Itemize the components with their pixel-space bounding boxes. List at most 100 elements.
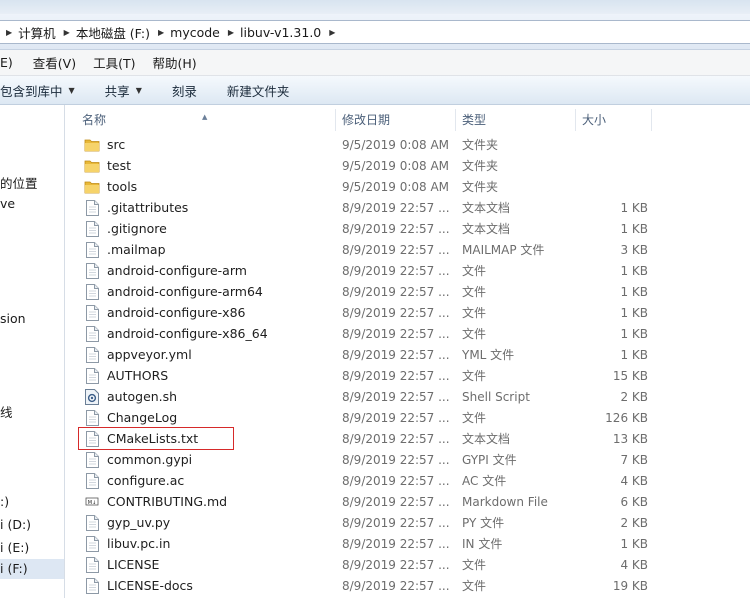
file-size: 19 KB [612,578,648,593]
chevron-right-icon[interactable]: ▶ [226,28,240,37]
file-type: AC 文件 [462,474,507,488]
file-size: 1 KB [620,536,648,551]
menu-item[interactable]: 工具(T) [88,53,140,72]
file-name-cell[interactable]: .gitattributes [76,199,336,216]
column-type[interactable]: 类型 [456,109,576,131]
file-row[interactable]: configure.ac 8/9/2019 22:57 ... AC 文件 4 KB [76,470,656,491]
file-name-cell[interactable]: LICENSE-docs [76,577,336,594]
file-type: Shell Script [462,389,530,404]
file-row[interactable]: android-configure-x86_64 8/9/2019 22:57 .… [76,323,656,344]
file-row[interactable]: libuv.pc.in 8/9/2019 22:57 ... IN 文件 1 KB [76,533,656,554]
breadcrumb-item[interactable]: ▶ mycode [156,21,226,43]
file-name: libuv.pc.in [107,536,171,551]
file-row[interactable]: test 9/5/2019 0:08 AM 文件夹 [76,155,656,176]
column-date[interactable]: 修改日期 [336,109,456,131]
command-button[interactable]: 共享 ▼ [105,81,142,100]
file-date: 8/9/2019 22:57 ... [342,452,450,467]
file-type: 文件 [462,327,487,341]
column-name[interactable]: ▲ 名称 [76,109,336,131]
file-name-cell[interactable]: android-configure-arm64 [76,283,336,300]
file-date: 8/9/2019 22:57 ... [342,473,450,488]
chevron-down-icon: ▼ [135,85,142,95]
nav-item[interactable]: i (E:) [0,540,29,555]
file-row[interactable]: autogen.sh 8/9/2019 22:57 ... Shell Script… [76,386,656,407]
file-name: .gitignore [107,221,167,236]
chevron-right-icon[interactable]: ▶ [62,28,76,37]
file-row[interactable]: LICENSE-docs 8/9/2019 22:57 ... 文件 19 KB [76,575,656,596]
file-row[interactable]: android-configure-arm64 8/9/2019 22:57 ..… [76,281,656,302]
file-row[interactable]: .mailmap 8/9/2019 22:57 ... MAILMAP 文件 3 KB [76,239,656,260]
file-row[interactable]: .gitattributes 8/9/2019 22:57 ... 文本文档 1 KB [76,197,656,218]
file-type: 文件夹 [462,138,499,152]
file-name-cell[interactable]: autogen.sh [76,388,336,405]
file-name: autogen.sh [107,389,178,404]
document-icon [84,325,100,342]
file-name-cell[interactable]: configure.ac [76,472,336,489]
file-name-cell[interactable]: M↓ CONTRIBUTING.md [76,494,336,510]
chevron-right-icon[interactable]: ▶ [156,28,170,37]
file-name: CONTRIBUTING.md [107,494,228,509]
file-name-cell[interactable]: LICENSE [76,556,336,573]
file-row[interactable]: AUTHORS 8/9/2019 22:57 ... 文件 15 KB [76,365,656,386]
nav-item[interactable]: 线 [0,402,13,421]
file-name-cell[interactable]: android-configure-arm [76,262,336,279]
file-row[interactable]: android-configure-x86 8/9/2019 22:57 ... 文… [76,302,656,323]
file-name: LICENSE-docs [107,578,193,593]
document-icon [84,346,100,363]
breadcrumb[interactable]: ▶ 计算机 ▶ 本地磁盘 (F:) ▶ mycode ▶ libuv-v1.31.0 ▶ [0,20,750,44]
navigation-pane: 的位置 ve sion 线:) i (D:) i (E:) i (F:) [0,105,65,598]
chevron-right-icon[interactable]: ▶ [327,28,341,37]
nav-item[interactable]: sion [0,311,26,326]
command-button[interactable]: 包含到库中 ▼ [0,81,75,100]
nav-item[interactable]: ve [0,196,15,211]
file-name-cell[interactable]: gyp_uv.py [76,514,336,531]
file-row[interactable]: ChangeLog 8/9/2019 22:57 ... 文件 126 KB [76,407,656,428]
command-button[interactable]: 新建文件夹 [227,81,290,100]
file-name-cell[interactable]: libuv.pc.in [76,535,336,552]
column-size[interactable]: 大小 [576,109,652,131]
file-name-cell[interactable]: AUTHORS [76,367,336,384]
menu-item[interactable]: 帮助(H) [147,53,201,72]
file-size: 1 KB [620,221,648,236]
file-name: gyp_uv.py [107,515,171,530]
menu-item[interactable]: 查看(V) [28,53,81,72]
file-name-cell[interactable]: common.gypi [76,451,336,468]
file-name-cell[interactable]: src [76,137,336,153]
command-button[interactable]: 刻录 [172,81,197,100]
file-name-cell[interactable]: android-configure-x86_64 [76,325,336,342]
nav-item[interactable]: :) [0,494,9,509]
file-name-cell[interactable]: ChangeLog [76,409,336,426]
file-row[interactable]: M↓ CONTRIBUTING.md 8/9/2019 22:57 ... Markd… [76,491,656,512]
file-name-cell[interactable]: android-configure-x86 [76,304,336,321]
breadcrumb-item[interactable]: ▶ libuv-v1.31.0 [226,21,327,43]
menu-item[interactable]: E) [0,55,18,70]
file-name-cell[interactable]: tools [76,179,336,195]
folder-icon [84,158,100,174]
file-row[interactable]: android-configure-arm 8/9/2019 22:57 ... 文… [76,260,656,281]
file-row[interactable]: LICENSE 8/9/2019 22:57 ... 文件 4 KB [76,554,656,575]
file-row[interactable]: appveyor.yml 8/9/2019 22:57 ... YML 文件 1 KB [76,344,656,365]
file-name-cell[interactable]: appveyor.yml [76,346,336,363]
file-row[interactable]: gyp_uv.py 8/9/2019 22:57 ... PY 文件 2 KB [76,512,656,533]
sort-ascending-icon: ▲ [202,113,208,121]
file-name-cell[interactable]: .gitignore [76,220,336,237]
breadcrumb-item[interactable]: ▶ 计算机 [4,21,62,43]
file-row[interactable]: .gitignore 8/9/2019 22:57 ... 文本文档 1 KB [76,218,656,239]
file-row[interactable]: src 9/5/2019 0:08 AM 文件夹 [76,134,656,155]
file-name: android-configure-x86_64 [107,326,268,341]
nav-item[interactable]: i (F:) [0,559,64,579]
nav-item[interactable]: 的位置 [0,173,38,192]
file-name-cell[interactable]: test [76,158,336,174]
file-date: 9/5/2019 0:08 AM [342,158,450,173]
nav-item[interactable]: i (D:) [0,517,31,532]
chevron-right-icon[interactable]: ▶ [4,28,18,37]
document-icon [84,283,100,300]
breadcrumb-label: libuv-v1.31.0 [240,24,322,40]
file-name: AUTHORS [107,368,169,383]
file-row[interactable]: tools 9/5/2019 0:08 AM 文件夹 [76,176,656,197]
document-icon [84,199,100,216]
breadcrumb-item[interactable]: ▶ 本地磁盘 (F:) [62,21,156,43]
document-icon [84,451,100,468]
file-row[interactable]: common.gypi 8/9/2019 22:57 ... GYPI 文件 7 KB [76,449,656,470]
file-name-cell[interactable]: .mailmap [76,241,336,258]
